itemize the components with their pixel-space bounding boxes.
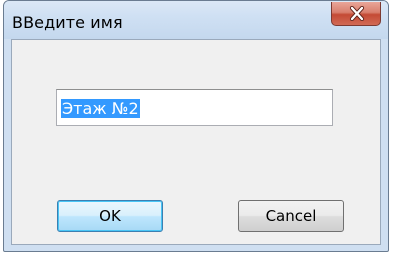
close-icon bbox=[349, 6, 365, 21]
window-title: ВВедите имя bbox=[12, 13, 123, 32]
dialog-body: Этаж №2 OK Cancel bbox=[11, 39, 381, 245]
name-input-selected-text: Этаж №2 bbox=[61, 99, 140, 118]
ok-button[interactable]: OK bbox=[57, 200, 163, 232]
name-input[interactable]: Этаж №2 bbox=[56, 89, 333, 126]
input-name-dialog: ВВедите имя Этаж №2 OK Cancel bbox=[3, 0, 389, 252]
close-button[interactable] bbox=[331, 2, 381, 26]
title-bar[interactable]: ВВедите имя bbox=[4, 1, 388, 39]
cancel-button[interactable]: Cancel bbox=[238, 200, 344, 232]
